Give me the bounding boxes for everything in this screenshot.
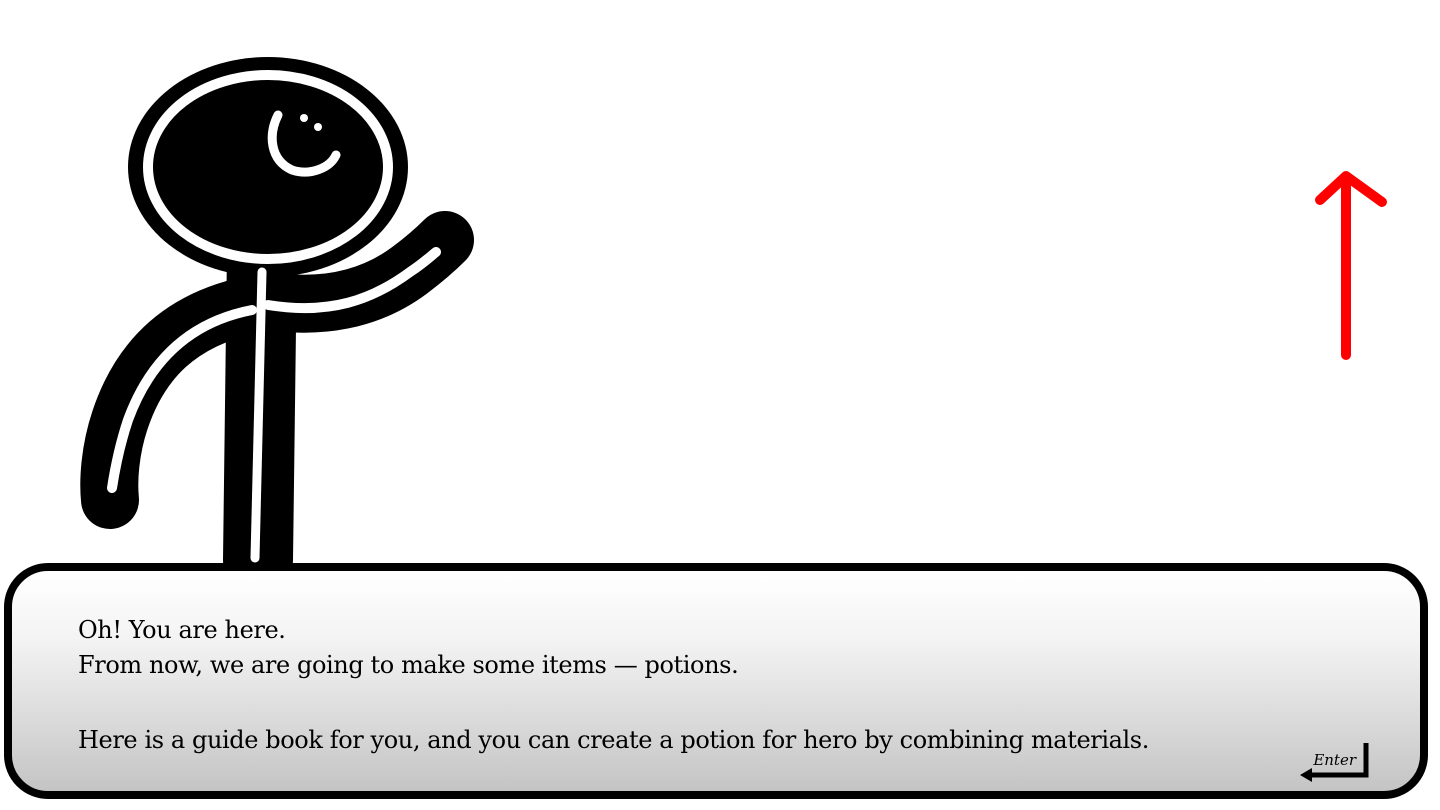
continue-button[interactable]: Enter (1296, 739, 1386, 787)
up-arrow-icon (1315, 171, 1387, 360)
guide-character (80, 57, 474, 595)
dialog-line: Here is a guide book for you, and you ca… (78, 726, 1149, 754)
dialog-line: From now, we are going to make some item… (78, 651, 739, 679)
continue-label: Enter (1313, 751, 1356, 769)
dialog-line: Oh! You are here. (78, 616, 286, 644)
dialog-box[interactable]: Oh! You are here. From now, we are going… (4, 563, 1428, 799)
game-screen[interactable]: Oh! You are here. From now, we are going… (0, 0, 1440, 810)
